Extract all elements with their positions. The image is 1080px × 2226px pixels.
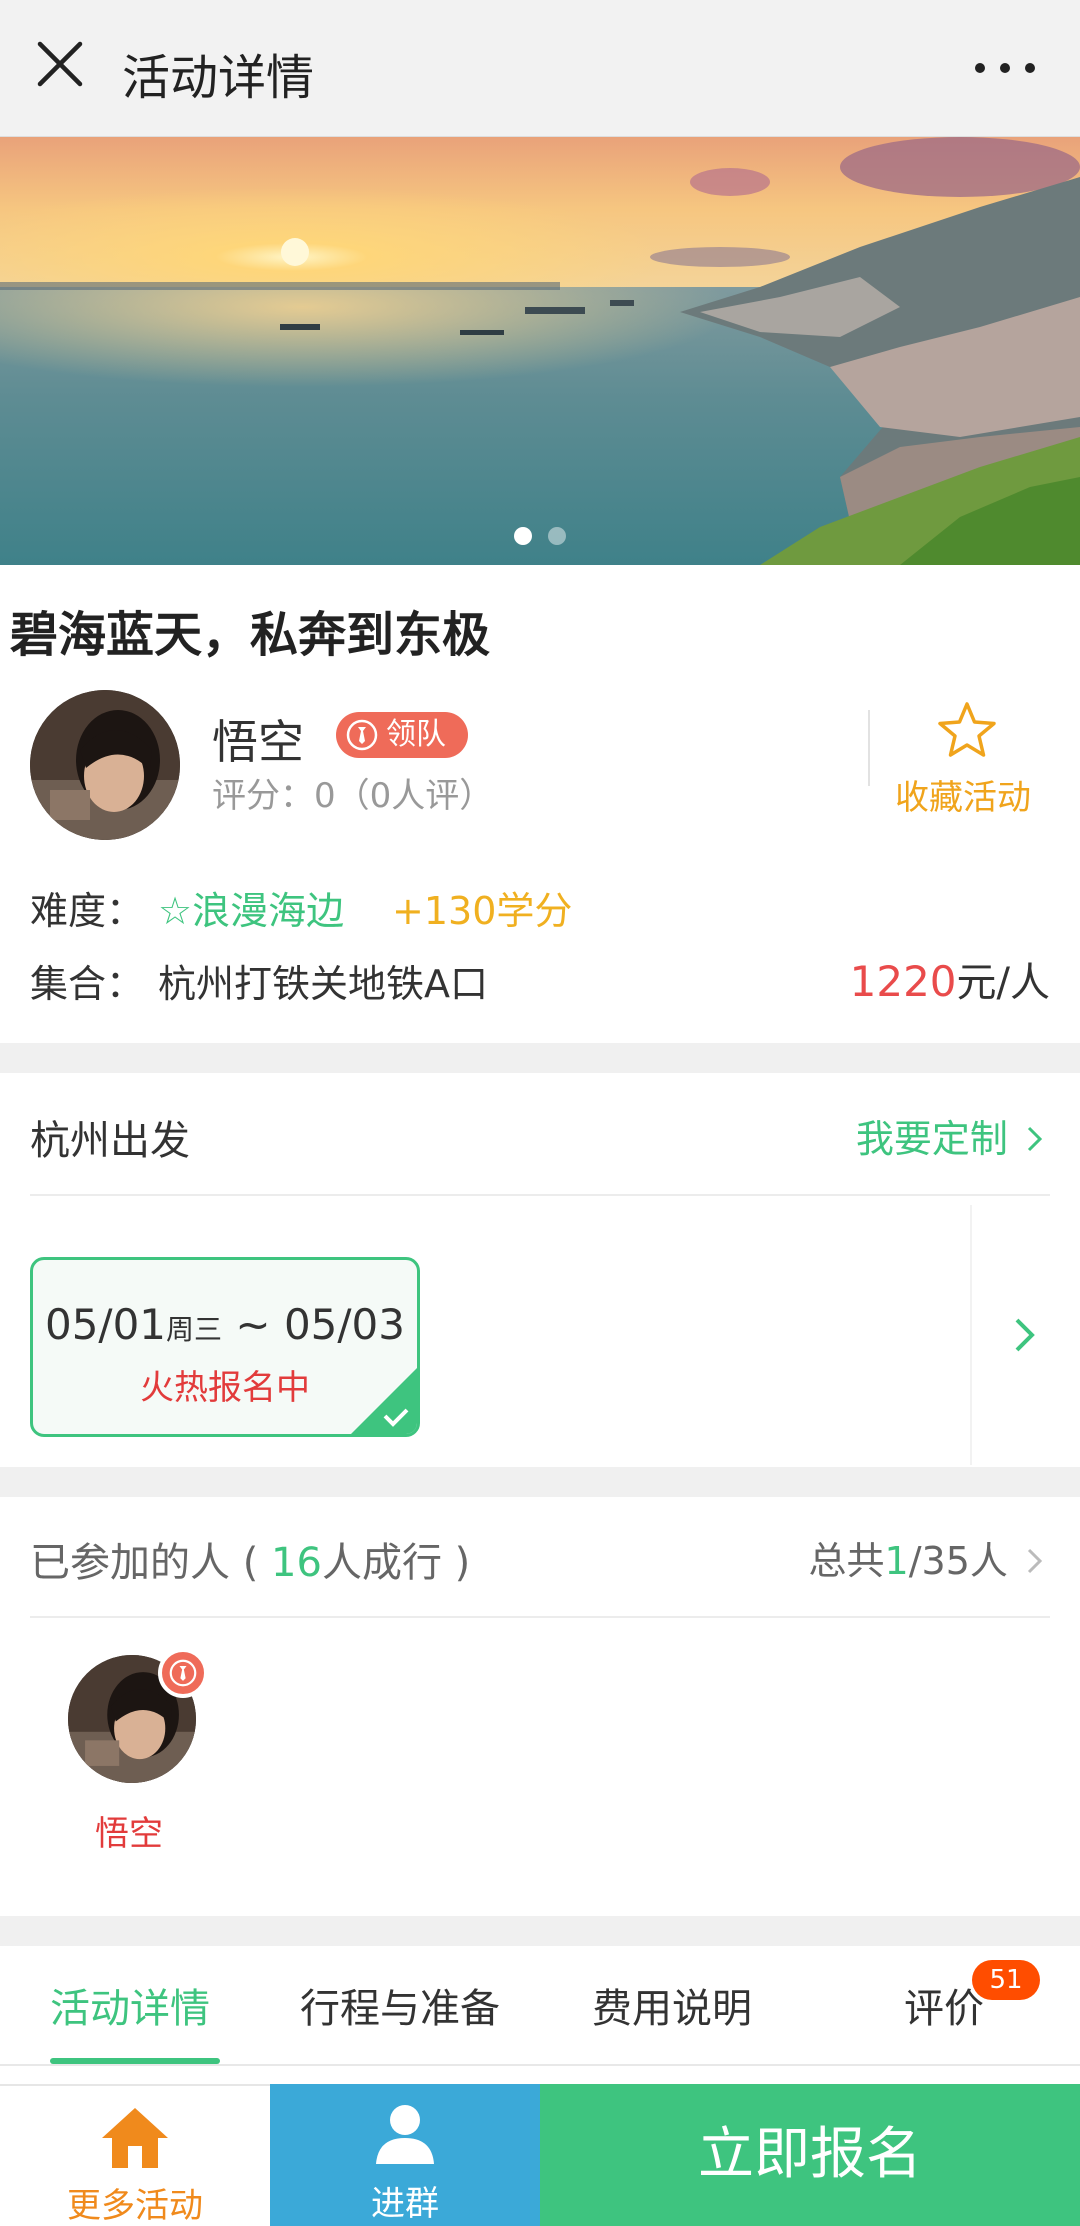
participants-total-link[interactable]: 总共1/35人: [809, 1530, 1046, 1585]
price-unit: 元/人: [956, 960, 1050, 1006]
total-prefix: 总共: [808, 1539, 885, 1583]
leader-role-badge: 领队: [336, 712, 468, 758]
date-start: 05/01: [44, 1300, 167, 1349]
chevron-right-icon: [1027, 1126, 1043, 1152]
banner-image: [0, 137, 1080, 565]
join-group-button[interactable]: 进群: [270, 2084, 540, 2226]
more-activities-label: 更多活动: [67, 2186, 203, 2226]
signup-button[interactable]: 立即报名: [540, 2084, 1080, 2226]
difficulty-label: 难度：: [30, 889, 145, 933]
leader-badge-icon: [158, 1648, 208, 1698]
more-activities-button[interactable]: 更多活动: [0, 2084, 270, 2226]
participants-count: 16: [271, 1540, 322, 1586]
star-icon[interactable]: [936, 700, 998, 762]
meeting-location: 杭州打铁关地铁A口: [158, 962, 488, 1006]
divider: [30, 1194, 1050, 1196]
customize-link[interactable]: 我要定制: [856, 1108, 1046, 1163]
bottom-action-bar: 更多活动 进群 立即报名: [0, 2084, 1080, 2226]
close-icon[interactable]: [30, 34, 90, 94]
credit-value: +130学分: [392, 889, 573, 933]
section-gap: [0, 1916, 1080, 1946]
active-tab-indicator: [50, 2058, 220, 2064]
date-option-card[interactable]: 05/01周三 ~ 05/03 火热报名中: [30, 1257, 420, 1437]
home-icon: [102, 2108, 168, 2168]
title-bar: 活动详情: [0, 0, 1080, 137]
banner-carousel[interactable]: [0, 137, 1080, 565]
difficulty-value: ☆浪漫海边: [158, 889, 345, 933]
customize-label: 我要定制: [855, 1117, 1008, 1161]
total-suffix: /35人: [908, 1539, 1008, 1583]
check-icon: [351, 1368, 417, 1434]
leader-role-label: 领队: [386, 717, 446, 752]
date-end: 05/03: [283, 1300, 405, 1349]
chevron-right-icon: [1027, 1548, 1043, 1574]
chevron-right-icon: [1015, 1318, 1035, 1352]
divider: [30, 1616, 1050, 1618]
date-range: 05/01周三 ~ 05/03: [33, 1300, 417, 1349]
tab-activity-details[interactable]: 活动详情: [50, 1976, 210, 2034]
date-weekday: 周三: [166, 1313, 223, 1346]
tie-icon: [346, 719, 378, 751]
leader-name[interactable]: 悟空: [212, 706, 304, 772]
total-joined: 1: [884, 1539, 909, 1583]
review-count-badge: 51: [972, 1960, 1040, 2000]
tab-fees[interactable]: 费用说明: [592, 1976, 752, 2034]
detail-tabs: 活动详情 行程与准备 费用说明 评价: [0, 1946, 1080, 2066]
section-gap: [0, 1467, 1080, 1497]
date-separator: ~: [222, 1300, 284, 1349]
carousel-dot[interactable]: [548, 527, 566, 545]
activity-title: 碧海蓝天，私奔到东极: [10, 607, 491, 663]
tab-itinerary[interactable]: 行程与准备: [300, 1976, 500, 2034]
favorite-button[interactable]: 收藏活动: [895, 770, 1031, 819]
carousel-indicator: [0, 527, 1080, 549]
section-gap: [0, 1043, 1080, 1073]
divider: [868, 710, 870, 786]
more-dates-button[interactable]: [970, 1205, 1080, 1465]
meeting-label: 集合：: [30, 962, 145, 1006]
join-group-label: 进群: [371, 2184, 439, 2224]
participant-name[interactable]: 悟空: [95, 1806, 163, 1855]
more-icon[interactable]: [960, 40, 1050, 90]
carousel-dot-active[interactable]: [514, 527, 532, 545]
leader-avatar[interactable]: [30, 690, 180, 840]
price-number: 1220: [849, 957, 957, 1006]
participants-title: 已参加的人 ( 16人成行 ): [30, 1530, 470, 1588]
leader-score: 评分：0（0人评）: [212, 776, 494, 816]
user-icon: [376, 2105, 434, 2164]
participants-title-prefix: 已参加的人 (: [30, 1540, 272, 1586]
departure-title: 杭州出发: [30, 1118, 190, 1164]
participants-title-suffix: 人成行 ): [321, 1540, 471, 1586]
price: 1220元/人: [850, 950, 1050, 1008]
page-title: 活动详情: [122, 50, 315, 106]
